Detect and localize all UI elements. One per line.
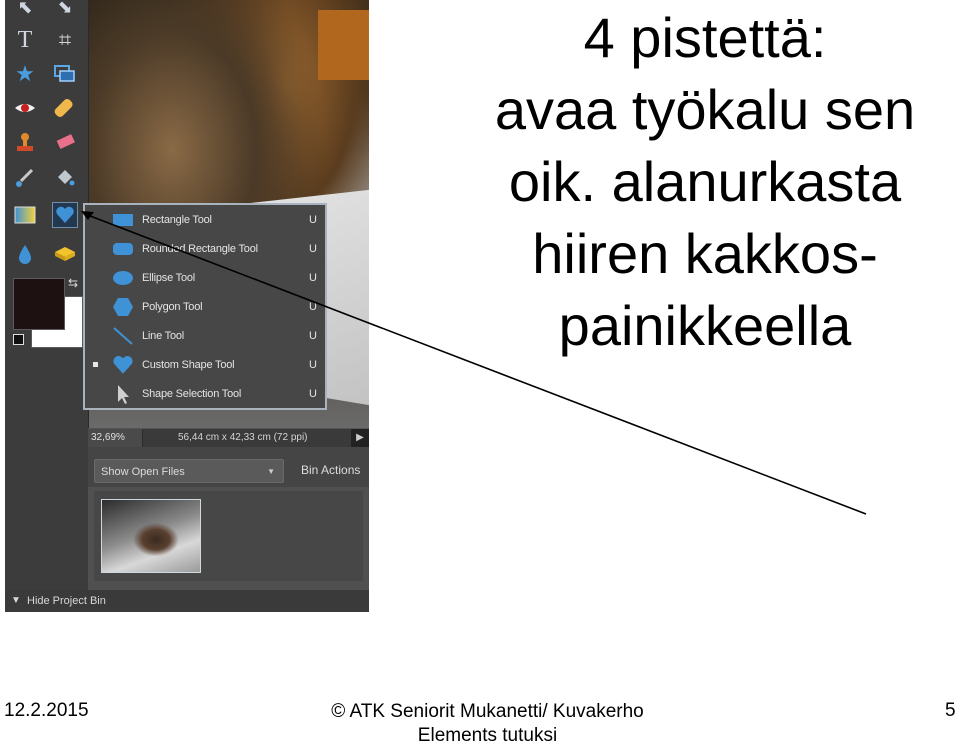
checked-bullet-icon xyxy=(93,362,98,367)
heart-shape-icon xyxy=(111,354,135,376)
rounded-rectangle-shape-icon xyxy=(111,238,135,260)
menu-item-shortcut: U xyxy=(309,271,317,284)
footer-credit: © ATK Seniorit Mukanetti/ Kuvakerho Elem… xyxy=(300,700,675,748)
footer-credit-line: © ATK Seniorit Mukanetti/ Kuvakerho xyxy=(331,701,644,722)
title-line: avaa työkalu sen xyxy=(494,78,916,141)
healing-brush-icon[interactable] xyxy=(53,96,77,120)
ellipse-shape-icon xyxy=(111,267,135,289)
project-bin-header: Show Open Files ▼ Bin Actions xyxy=(88,447,369,487)
sponge-tool-icon[interactable] xyxy=(53,242,77,266)
menu-item-line-tool[interactable]: Line Tool U xyxy=(85,321,325,350)
default-colors-icon[interactable] xyxy=(13,334,24,345)
menu-item-shortcut: U xyxy=(309,387,317,400)
menu-item-custom-shape-tool[interactable]: Custom Shape Tool U xyxy=(85,350,325,379)
hide-bin-arrow-icon[interactable]: ▼ xyxy=(11,590,21,612)
photo-knife-block xyxy=(318,10,369,80)
blur-tool-icon[interactable] xyxy=(13,242,37,266)
open-file-thumbnail[interactable] xyxy=(101,499,201,573)
menu-item-label: Line Tool xyxy=(142,329,185,342)
type-tool-icon[interactable]: T xyxy=(13,28,37,52)
show-open-files-select[interactable]: Show Open Files ▼ xyxy=(94,459,284,483)
menu-item-label: Shape Selection Tool xyxy=(142,387,242,400)
menu-item-label: Rounded Rectangle Tool xyxy=(142,242,258,255)
document-size-readout: 56,44 cm x 42,33 cm (72 ppi) xyxy=(178,432,308,443)
menu-item-ellipse-tool[interactable]: Ellipse Tool U xyxy=(85,263,325,292)
cookie-cutter-icon[interactable]: ★ xyxy=(13,62,37,86)
red-eye-icon[interactable] xyxy=(13,96,37,120)
project-bin-content xyxy=(94,491,363,581)
menu-item-rounded-rectangle-tool[interactable]: Rounded Rectangle Tool U xyxy=(85,234,325,263)
menu-item-label: Polygon Tool xyxy=(142,300,203,313)
title-line: 4 pistettä: xyxy=(583,6,827,69)
slide-title: 4 pistettä: avaa työkalu sen oik. alanur… xyxy=(455,2,955,362)
menu-item-shortcut: U xyxy=(309,300,317,313)
menu-item-label: Custom Shape Tool xyxy=(142,358,235,371)
show-open-files-label: Show Open Files xyxy=(101,466,185,478)
title-line: oik. alanurkasta xyxy=(508,150,902,213)
toolbox: ⬉ ⬊ T ⌗ ★ ⇆ xyxy=(5,0,89,590)
menu-item-label: Rectangle Tool xyxy=(142,213,212,226)
paint-bucket-icon[interactable] xyxy=(53,166,77,190)
brush-icon[interactable] xyxy=(13,166,37,190)
footer-credit-line: Elements tutuksi xyxy=(417,725,558,746)
menu-item-shortcut: U xyxy=(309,213,317,226)
swap-colors-icon[interactable]: ⇆ xyxy=(68,276,78,290)
zoom-tool-icon[interactable]: ⬊ xyxy=(53,0,77,16)
editor-screenshot: ⬉ ⬊ T ⌗ ★ ⇆ Rectangle Tool U Rounded Rec… xyxy=(5,0,369,612)
hide-project-bin-button[interactable]: Hide Project Bin xyxy=(27,590,106,612)
page-number: 5 xyxy=(945,700,956,721)
status-bar: 32,69% 56,44 cm x 42,33 cm (72 ppi) ▶ xyxy=(88,428,369,448)
menu-item-shortcut: U xyxy=(309,329,317,342)
move-tool-icon[interactable]: ⬉ xyxy=(13,0,37,16)
line-shape-icon xyxy=(111,325,135,347)
eraser-icon[interactable] xyxy=(53,130,77,154)
title-line: hiiren kakkos- xyxy=(532,222,878,285)
recompose-tool-icon[interactable] xyxy=(53,62,77,86)
gradient-icon[interactable] xyxy=(13,203,37,227)
shape-tool-menu: Rectangle Tool U Rounded Rectangle Tool … xyxy=(83,203,327,410)
rectangle-shape-icon xyxy=(111,209,135,231)
foreground-color-swatch[interactable] xyxy=(13,278,65,330)
footer-date: 12.2.2015 xyxy=(4,700,89,721)
chevron-down-icon: ▼ xyxy=(267,467,275,476)
clone-stamp-icon[interactable] xyxy=(13,130,37,154)
title-line: painikkeella xyxy=(558,294,852,357)
menu-item-polygon-tool[interactable]: Polygon Tool U xyxy=(85,292,325,321)
crop-tool-icon[interactable]: ⌗ xyxy=(53,28,77,52)
project-bin: Show Open Files ▼ Bin Actions xyxy=(88,447,369,590)
menu-item-label: Ellipse Tool xyxy=(142,271,196,284)
menu-item-rectangle-tool[interactable]: Rectangle Tool U xyxy=(85,205,325,234)
menu-item-shape-selection-tool[interactable]: Shape Selection Tool U xyxy=(85,379,325,408)
custom-shape-tool-icon[interactable] xyxy=(52,202,78,228)
menu-item-shortcut: U xyxy=(309,358,317,371)
status-menu-arrow-icon[interactable]: ▶ xyxy=(351,429,369,447)
polygon-shape-icon xyxy=(111,296,135,318)
bottom-bar: ▼ Hide Project Bin xyxy=(5,590,369,612)
menu-item-shortcut: U xyxy=(309,242,317,255)
arrow-pointer-icon xyxy=(111,383,135,405)
zoom-level-field[interactable]: 32,69% xyxy=(88,429,143,447)
bin-actions-menu[interactable]: Bin Actions xyxy=(301,459,360,481)
